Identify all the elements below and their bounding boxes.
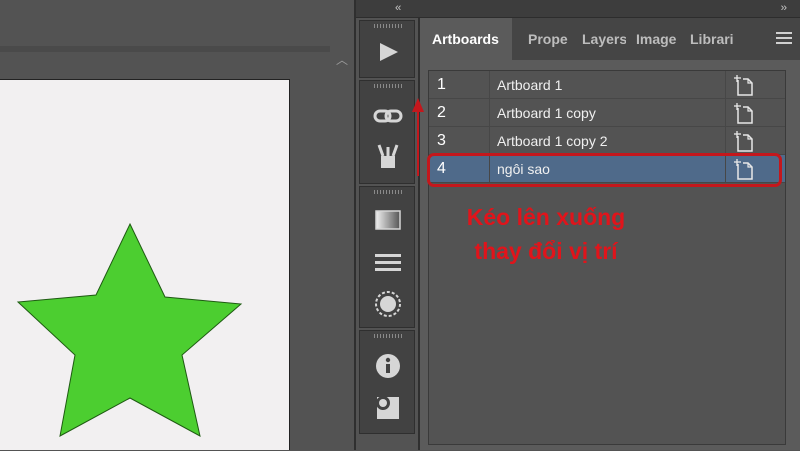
collapse-right-icon[interactable]: ›› [781,2,787,14]
artboard-row[interactable]: 3 Artboard 1 copy 2 [429,127,785,155]
grip-handle[interactable] [374,190,402,194]
panel-tabbar: Artboards Prope Layers Image Librari [420,18,800,60]
annotation-line-2: thay đổi vị trí [474,238,618,264]
shape-icon[interactable] [372,393,404,423]
canvas-top-strip [0,0,354,46]
tab-artboards[interactable]: Artboards [420,18,512,60]
artboard-name[interactable]: Artboard 1 copy [497,99,596,127]
artboard-number: 1 [437,76,446,93]
tab-libraries[interactable]: Librari [690,18,736,60]
info-icon[interactable] [372,351,404,381]
canvas-area[interactable]: ︿ [0,0,354,450]
artboard-number: 2 [437,104,446,121]
brush-icon[interactable] [372,141,404,171]
panel-collapse-bar: ‹‹ ›› [356,0,800,18]
document-icon[interactable] [734,74,754,101]
panel-dock-icons [356,18,418,450]
tab-image[interactable]: Image [636,18,680,60]
star-shape[interactable] [0,80,290,451]
artboard-name[interactable]: Artboard 1 [497,71,562,99]
grip-handle[interactable] [374,84,402,88]
collapse-left-icon[interactable]: ‹‹ [395,2,401,14]
annotation-text: Kéo lên xuống thay đổi vị trí [436,200,656,268]
chevron-up-icon[interactable]: ︿ [334,52,350,68]
annotation-highlight-box [427,153,782,187]
toolbox-group-3 [359,186,415,328]
vertical-scrollbar[interactable]: ︿ [330,46,354,450]
circle-dotted-icon[interactable] [372,289,404,319]
tab-layers[interactable]: Layers [582,18,626,60]
artboard-row[interactable]: 1 Artboard 1 [429,71,785,99]
arrow-up-icon [412,98,424,176]
tab-properties[interactable]: Prope [528,18,572,60]
toolbox-group-4 [359,330,415,434]
toolbox-group-1 [359,20,415,78]
annotation-line-1: Kéo lên xuống [466,204,626,230]
horizontal-scrollbar[interactable] [0,46,330,52]
play-icon[interactable] [372,37,404,67]
hamburger-menu-icon[interactable] [776,32,792,46]
artboard-name[interactable]: Artboard 1 copy 2 [497,127,608,155]
artboard-canvas[interactable] [0,79,290,450]
grip-handle[interactable] [374,24,402,28]
toolbox-group-2 [359,80,415,184]
lines-icon[interactable] [372,247,404,277]
grip-handle[interactable] [374,334,402,338]
link-icon[interactable] [372,101,404,131]
artboard-number: 3 [437,132,446,149]
artboard-row[interactable]: 2 Artboard 1 copy [429,99,785,127]
gradient-icon[interactable] [372,205,404,235]
document-icon[interactable] [734,102,754,129]
